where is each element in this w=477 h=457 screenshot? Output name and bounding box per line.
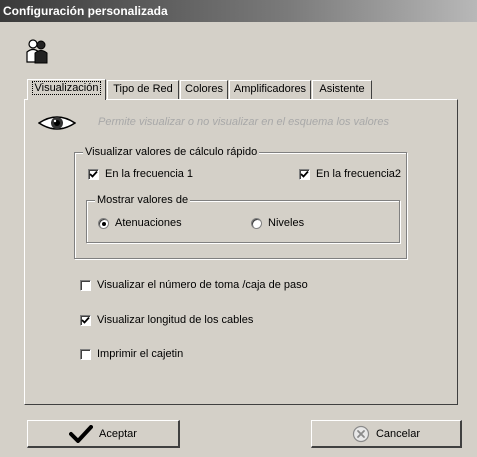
eye-icon [38,116,76,130]
levels-radio[interactable]: Niveles [251,217,304,229]
freq1-label: En la frecuencia 1 [105,168,194,180]
info-text: Permite visualizar o no visualizar en el… [98,116,390,128]
show-cable-length-label: Visualizar longitud de los cables [97,314,254,326]
window-title: Configuración personalizada [0,0,477,22]
checkbox-box [88,168,99,180]
cancel-button[interactable]: Cancelar [311,420,462,448]
accept-button[interactable]: Aceptar [27,420,180,448]
attenuations-radio[interactable]: Atenuaciones [98,217,182,229]
users-icon [26,39,48,64]
tab-tipo-de-red[interactable]: Tipo de Red [107,80,179,99]
freq2-checkbox[interactable]: En la frecuencia2 [299,168,401,180]
tab-asistente[interactable]: Asistente [312,80,372,99]
checkbox-box [80,279,91,291]
print-title-block-label: Imprimir el cajetin [97,348,184,360]
checkbox-box [80,314,91,326]
attenuations-label: Atenuaciones [115,217,182,229]
radio-circle [98,217,109,229]
cancel-label: Cancelar [375,427,421,440]
checkbox-box [80,348,91,360]
radio-circle [251,217,262,229]
quick-calc-legend: Visualizar valores de cálculo rápido [83,145,260,159]
checkbox-box [299,168,310,180]
freq2-label: En la frecuencia2 [316,168,401,180]
accept-label: Aceptar [99,427,137,440]
tab-amplificadores[interactable]: Amplificadores [229,80,311,99]
tab-visualizacion[interactable]: Visualización [27,79,106,100]
show-values-legend: Mostrar valores de [95,193,191,207]
checkmark-icon [69,424,94,443]
tab-colores[interactable]: Colores [180,80,228,99]
cancel-icon [352,425,370,442]
show-outlet-number-checkbox[interactable]: Visualizar el número de toma /caja de pa… [80,279,308,291]
freq1-checkbox[interactable]: En la frecuencia 1 [88,168,193,180]
print-title-block-checkbox[interactable]: Imprimir el cajetin [80,348,183,360]
levels-label: Niveles [268,217,305,229]
show-cable-length-checkbox[interactable]: Visualizar longitud de los cables [80,314,253,326]
show-outlet-number-label: Visualizar el número de toma /caja de pa… [97,279,308,291]
